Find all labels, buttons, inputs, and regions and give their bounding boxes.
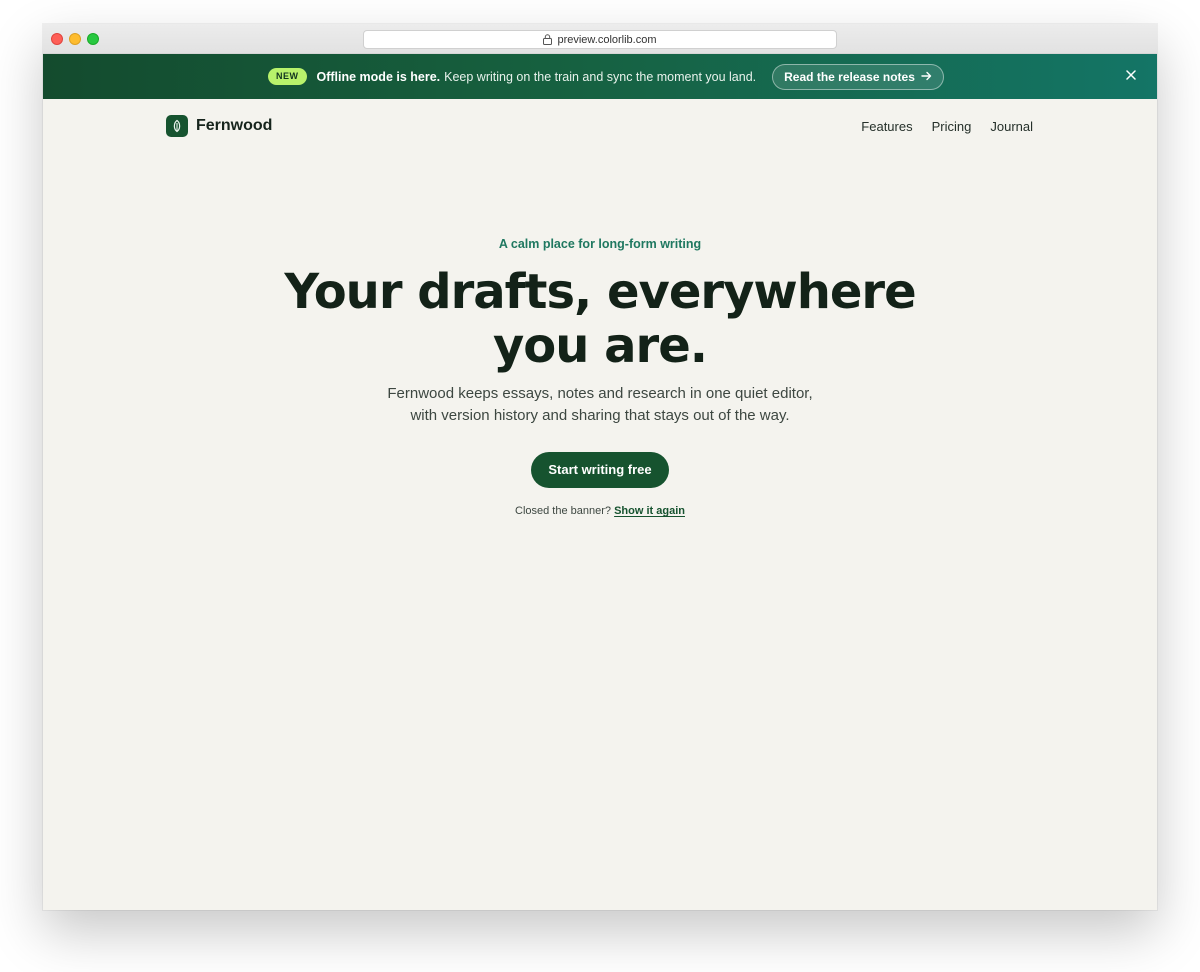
hero-section: A calm place for long-form writing Your …	[43, 237, 1157, 517]
leaf-icon	[166, 115, 188, 137]
site-nav: Fernwood Features Pricing Journal	[43, 99, 1157, 155]
banner-message: Keep writing on the train and sync the m…	[444, 69, 757, 84]
close-icon	[1126, 67, 1136, 85]
hero-headline-line-1: Your drafts, everywhere	[284, 264, 916, 320]
hero-headline: Your drafts, everywhere you are.	[43, 265, 1157, 373]
close-banner-button[interactable]	[1123, 68, 1139, 84]
minimize-window-button[interactable]	[69, 33, 81, 45]
show-banner-link[interactable]: Show it again	[614, 505, 685, 517]
browser-titlebar: preview.colorlib.com	[43, 24, 1157, 54]
reshow-banner-note: Closed the banner? Show it again	[43, 505, 1157, 517]
nav-links: Features Pricing Journal	[861, 119, 1033, 134]
banner-headline: Offline mode is here.	[316, 69, 441, 84]
start-writing-button[interactable]: Start writing free	[531, 452, 669, 488]
release-notes-label: Read the release notes	[784, 69, 915, 84]
new-badge: NEW	[268, 68, 307, 85]
browser-window: preview.colorlib.com NEW Offline mode is…	[43, 24, 1157, 910]
zoom-window-button[interactable]	[87, 33, 99, 45]
announcement-banner: NEW Offline mode is here. Keep writing o…	[43, 54, 1157, 99]
hero-headline-line-2: you are.	[493, 318, 708, 374]
nav-link-journal[interactable]: Journal	[990, 119, 1033, 134]
hero-subcopy: Fernwood keeps essays, notes and researc…	[43, 383, 1157, 427]
reshow-text: Closed the banner?	[515, 505, 612, 517]
brand-name: Fernwood	[196, 117, 273, 134]
hero-subcopy-line-1: Fernwood keeps essays, notes and researc…	[387, 385, 813, 402]
close-window-button[interactable]	[51, 33, 63, 45]
address-bar[interactable]: preview.colorlib.com	[363, 30, 837, 49]
lock-icon	[543, 34, 553, 45]
hero-eyebrow: A calm place for long-form writing	[498, 237, 702, 251]
brand-logo[interactable]: Fernwood	[166, 115, 272, 137]
arrow-right-icon	[921, 70, 932, 84]
address-bar-url: preview.colorlib.com	[557, 33, 657, 46]
release-notes-button[interactable]: Read the release notes	[772, 63, 944, 90]
hero-subcopy-line-2: with version history and sharing that st…	[410, 407, 790, 424]
nav-link-pricing[interactable]: Pricing	[932, 119, 972, 134]
nav-link-features[interactable]: Features	[861, 119, 912, 134]
